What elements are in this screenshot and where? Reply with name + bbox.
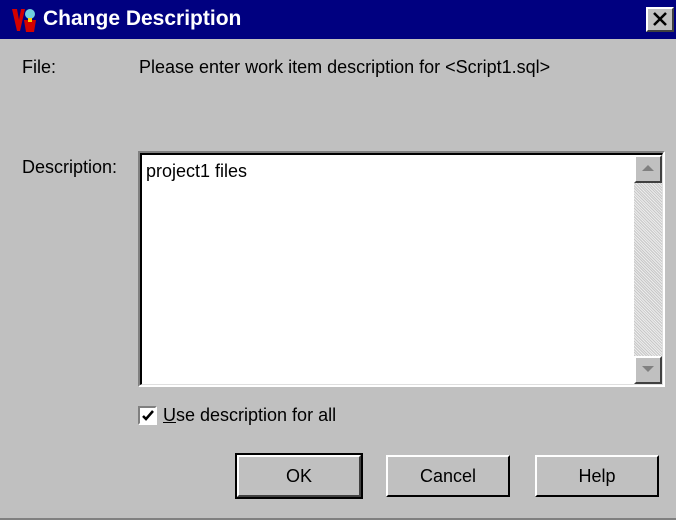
description-label: Description: bbox=[22, 157, 118, 177]
app-wizard-icon bbox=[12, 9, 36, 32]
title-bar[interactable]: Change Description bbox=[0, 0, 676, 39]
use-description-for-all-label[interactable]: Use description for all bbox=[163, 405, 336, 426]
use-description-for-all-checkbox[interactable] bbox=[138, 406, 157, 425]
description-value[interactable]: project1 files bbox=[146, 161, 247, 182]
close-button[interactable] bbox=[646, 7, 674, 32]
vertical-scrollbar[interactable] bbox=[634, 155, 662, 384]
file-prompt-text: Please enter work item description for <… bbox=[139, 57, 551, 77]
change-description-dialog: Change Description File: Please enter wo… bbox=[0, 0, 676, 520]
cancel-button[interactable]: Cancel bbox=[386, 455, 510, 497]
ok-button[interactable]: OK bbox=[235, 453, 363, 499]
checkmark-icon bbox=[142, 410, 154, 421]
description-textarea-frame: project1 files bbox=[140, 153, 663, 385]
file-label: File: bbox=[22, 57, 57, 77]
scroll-up-button[interactable] bbox=[634, 155, 662, 183]
use-description-for-all-label-text: se description for all bbox=[176, 405, 337, 425]
description-textarea[interactable]: project1 files bbox=[138, 151, 665, 387]
help-button[interactable]: Help bbox=[535, 455, 659, 497]
close-icon bbox=[653, 12, 667, 26]
accelerator-key: U bbox=[163, 405, 176, 425]
scroll-down-button[interactable] bbox=[634, 356, 662, 384]
arrow-up-icon bbox=[642, 165, 654, 171]
dialog-title: Change Description bbox=[43, 7, 242, 30]
arrow-down-icon bbox=[642, 366, 654, 372]
